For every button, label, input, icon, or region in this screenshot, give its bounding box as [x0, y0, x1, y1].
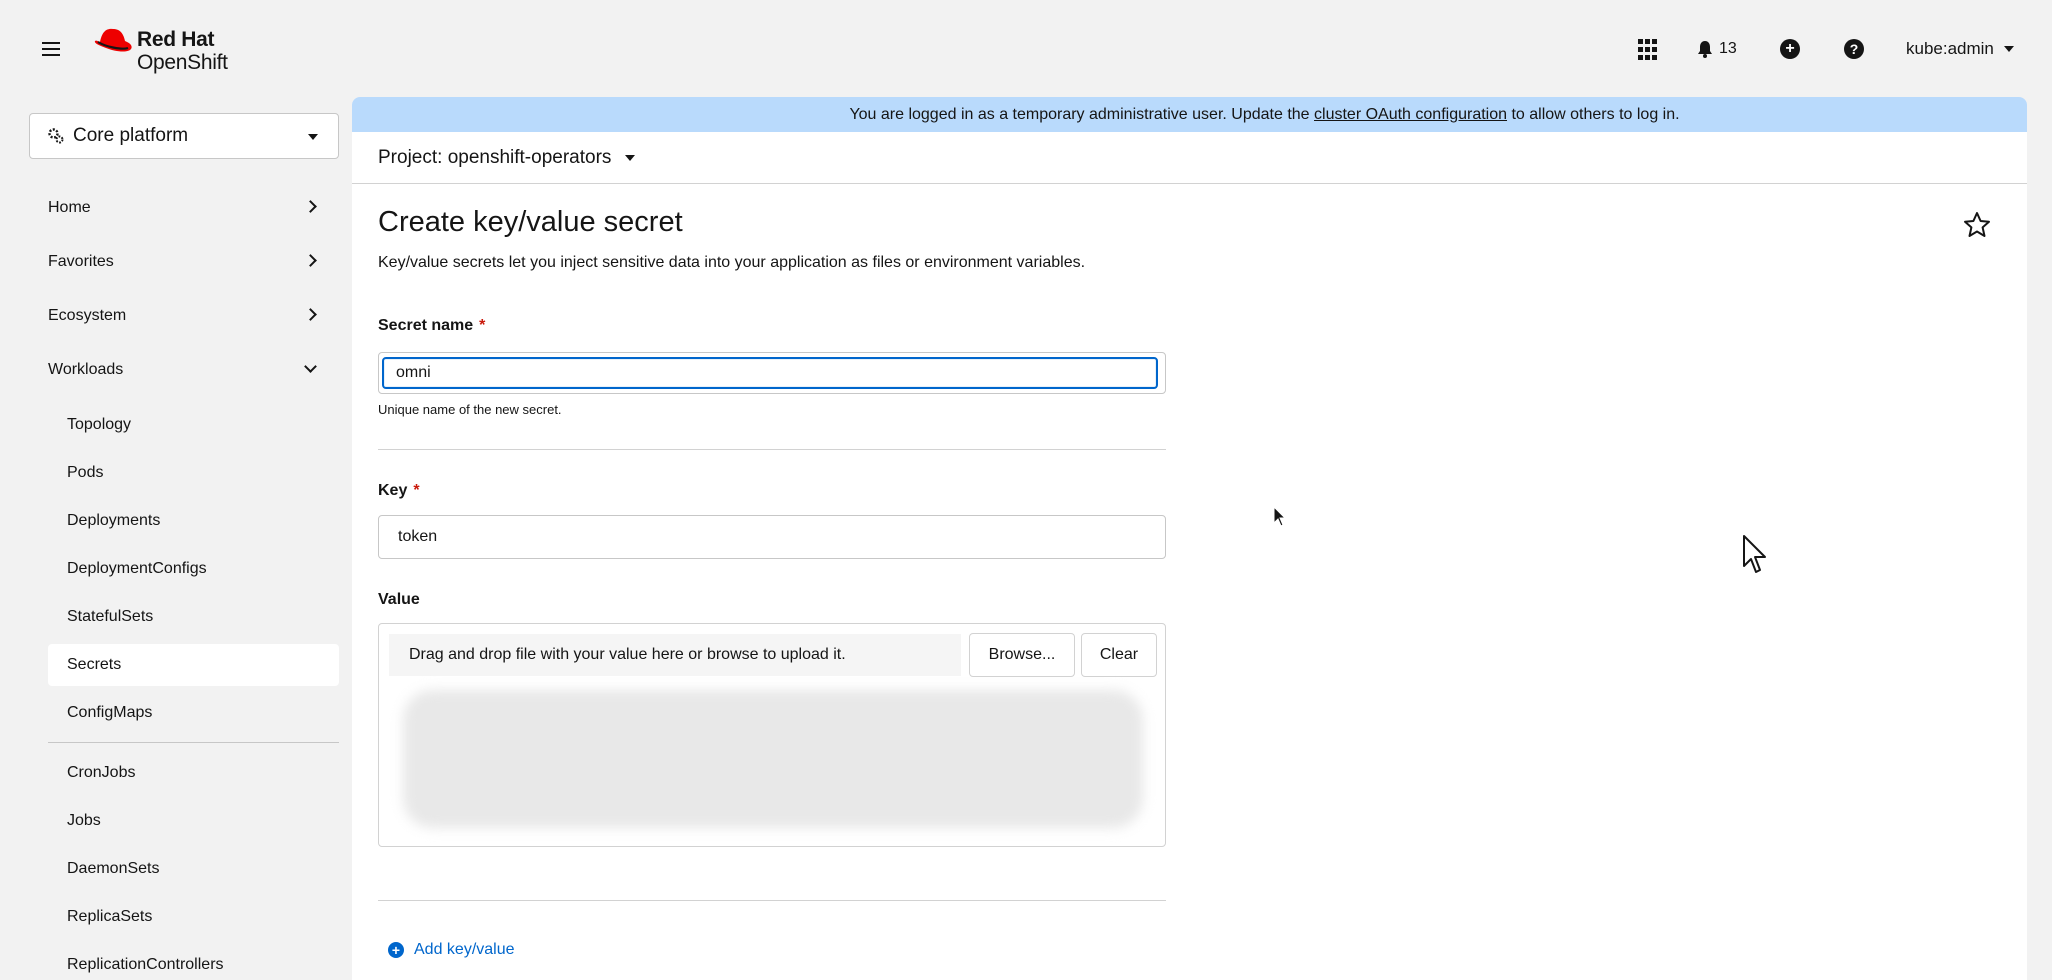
temporary-admin-banner: You are logged in as a temporary adminis… — [352, 97, 2027, 132]
masthead: Red Hat OpenShift 13 + ? kube:admin — [0, 0, 2052, 95]
logo-text-redhat: Red Hat — [137, 28, 215, 51]
secret-name-label: Secret name * — [378, 317, 485, 335]
value-label: Value — [378, 591, 420, 608]
quick-create-plus-icon[interactable]: + — [1780, 39, 1800, 59]
page-description: Key/value secrets let you inject sensiti… — [378, 254, 1086, 271]
nav-item-topology[interactable]: Topology — [48, 404, 339, 446]
form-divider — [378, 449, 1166, 450]
nav-item-deploymentconfigs[interactable]: DeploymentConfigs — [48, 548, 339, 590]
form-divider — [378, 900, 1166, 901]
nav-item-replicationcontrollers[interactable]: ReplicationControllers — [48, 944, 339, 980]
user-name: kube:admin — [1906, 39, 1994, 58]
caret-down-icon — [625, 154, 636, 161]
required-indicator: * — [479, 317, 486, 334]
add-key-value-label: Add key/value — [414, 941, 515, 958]
value-textarea-redacted[interactable] — [403, 690, 1143, 828]
main-content: You are logged in as a temporary adminis… — [352, 97, 2027, 980]
nav-section-workloads[interactable]: Workloads — [29, 350, 339, 390]
key-label-text: Key — [378, 482, 408, 499]
browse-button[interactable]: Browse... — [969, 633, 1075, 677]
nav-item-jobs[interactable]: Jobs — [48, 800, 339, 842]
logo-text-openshift: OpenShift — [137, 51, 228, 74]
nav-item-pods[interactable]: Pods — [48, 452, 339, 494]
banner-text-after: to allow others to log in. — [1507, 105, 1680, 123]
sidebar-nav: Core platform Home Favorites Ecosystem W… — [0, 95, 352, 980]
nav-item-configmaps[interactable]: ConfigMaps — [48, 692, 339, 734]
nav-section-label: Favorites — [48, 253, 114, 270]
page-title: Create key/value secret — [378, 206, 683, 238]
project-selector[interactable]: Project: openshift-operators — [352, 132, 2027, 184]
banner-text-before: You are logged in as a temporary adminis… — [849, 105, 1315, 123]
nav-item-daemonsets[interactable]: DaemonSets — [48, 848, 339, 890]
nav-item-statefulsets[interactable]: StatefulSets — [48, 596, 339, 638]
notification-drawer-button[interactable]: 13 — [1697, 38, 1737, 60]
caret-down-icon — [2003, 46, 2014, 52]
nav-section-label: Ecosystem — [48, 307, 127, 324]
chevron-down-icon — [304, 360, 317, 373]
nav-item-cronjobs[interactable]: CronJobs — [48, 752, 339, 794]
user-menu-dropdown[interactable]: kube:admin — [1906, 38, 2014, 60]
caret-down-icon — [308, 134, 318, 140]
add-key-value-button[interactable]: + Add key/value — [388, 941, 515, 959]
clear-button[interactable]: Clear — [1081, 633, 1157, 677]
nav-section-label: Workloads — [48, 361, 124, 378]
project-label: Project: openshift-operators — [378, 146, 612, 168]
plus-circle-icon: + — [388, 942, 404, 958]
hamburger-menu-icon[interactable] — [40, 38, 62, 60]
cluster-oauth-link[interactable]: cluster OAuth configuration — [1314, 106, 1507, 124]
nav-item-replicasets[interactable]: ReplicaSets — [48, 896, 339, 938]
chevron-right-icon — [304, 308, 317, 321]
nav-item-secrets[interactable]: Secrets — [48, 644, 339, 686]
chevron-right-icon — [304, 254, 317, 267]
file-drop-zone[interactable]: Drag and drop file with your value here … — [389, 634, 961, 676]
redhat-fedora-icon — [94, 28, 132, 52]
nav-section-favorites[interactable]: Favorites — [29, 242, 339, 282]
notification-count: 13 — [1719, 40, 1737, 57]
key-label: Key * — [378, 482, 420, 500]
help-icon[interactable]: ? — [1844, 39, 1864, 59]
nav-item-deployments[interactable]: Deployments — [48, 500, 339, 542]
application-launcher-icon[interactable] — [1638, 38, 1658, 60]
secret-name-label-text: Secret name — [378, 317, 474, 334]
cogs-icon — [48, 128, 64, 144]
redhat-openshift-logo[interactable]: Red Hat OpenShift — [92, 26, 252, 74]
mouse-cursor-icon — [1273, 506, 1287, 527]
nav-section-label: Home — [48, 199, 91, 216]
required-indicator: * — [413, 482, 420, 499]
bell-icon — [1698, 41, 1712, 58]
perspective-label: Core platform — [73, 125, 189, 146]
nav-divider — [48, 742, 339, 743]
chevron-right-icon — [304, 200, 317, 213]
secret-name-input[interactable] — [382, 357, 1158, 389]
mouse-cursor-icon — [1743, 535, 1766, 573]
perspective-switcher[interactable]: Core platform — [29, 113, 339, 159]
key-input[interactable] — [378, 515, 1166, 559]
secret-name-helper: Unique name of the new secret. — [378, 402, 562, 417]
value-file-upload[interactable]: Drag and drop file with your value here … — [378, 623, 1166, 847]
nav-section-home[interactable]: Home — [29, 188, 339, 228]
nav-section-ecosystem[interactable]: Ecosystem — [29, 296, 339, 336]
star-favorite-icon[interactable] — [1962, 210, 1992, 240]
